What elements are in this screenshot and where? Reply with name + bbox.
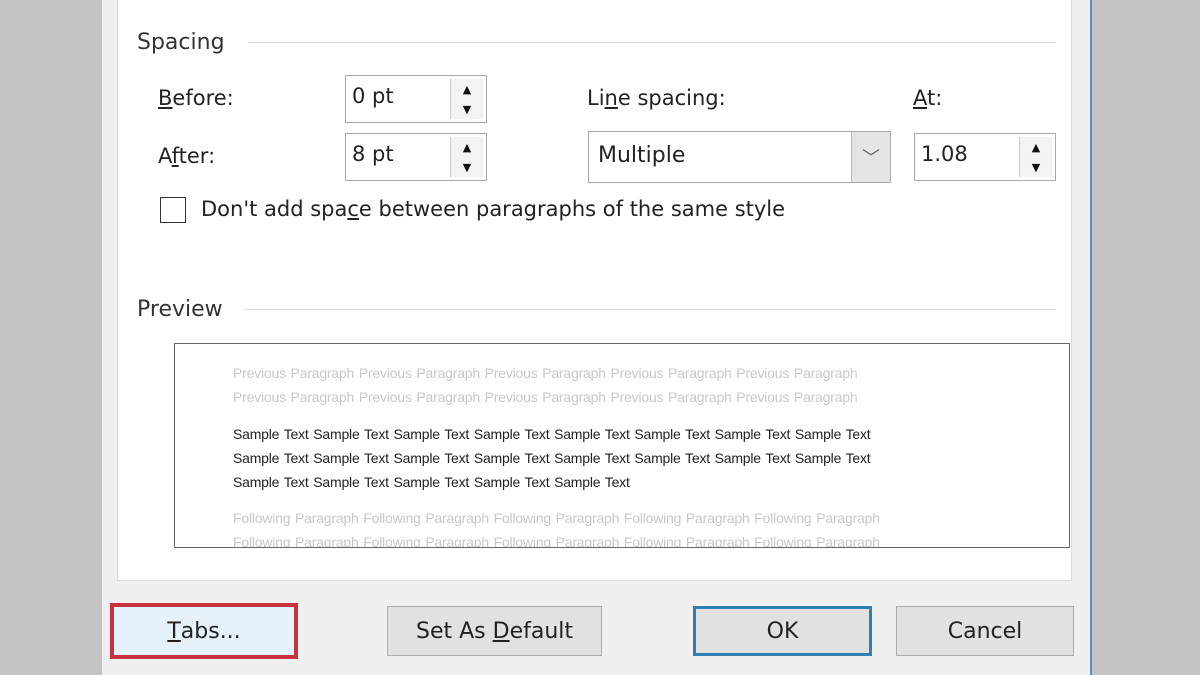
paragraph-dialog: Spacing Before: 0 pt ▲ ▼ After: 8 pt ▲ ▼ L… [102,0,1092,675]
before-spinner[interactable]: 0 pt ▲ ▼ [345,75,487,123]
spin-down-icon[interactable]: ▼ [451,157,483,177]
chevron-down-icon[interactable]: ﹀ [851,132,890,182]
preview-box: Previous Paragraph Previous Paragraph Pr… [174,343,1070,548]
previous-paragraph-line: Previous Paragraph Previous Paragraph Pr… [233,365,858,381]
button-label: abs... [180,618,241,644]
ok-button[interactable]: OK [693,606,872,656]
spacing-group-label: Spacing [137,30,225,55]
line-spacing-select[interactable]: Multiple ﹀ [588,131,891,183]
sample-text-line: Sample Text Sample Text Sample Text Samp… [233,450,871,466]
label-text: Li [587,86,605,110]
spin-up-icon[interactable]: ▲ [451,137,483,158]
label-text: Don't add spa [201,197,348,221]
spin-up-icon[interactable]: ▲ [1020,137,1052,158]
label-text: ter: [178,144,216,168]
accel-key: f [171,144,179,168]
preview-divider [244,309,1056,310]
label-text: efore: [172,86,234,110]
spin-down-icon[interactable]: ▼ [1020,157,1052,177]
label-text: e between paragraphs of the same style [358,197,786,221]
sample-text-line: Sample Text Sample Text Sample Text Samp… [233,474,630,490]
cancel-button[interactable]: Cancel [896,606,1074,656]
label-text: e spacing: [617,86,726,110]
after-spinner[interactable]: 8 pt ▲ ▼ [345,133,487,181]
following-paragraph-line: Following Paragraph Following Paragraph … [233,534,880,548]
at-label: At: [913,86,942,110]
accel-key: A [913,86,927,110]
accel-key: B [158,86,173,110]
line-spacing-label: Line spacing: [587,86,726,110]
after-value[interactable]: 8 pt [352,142,394,166]
tabs-button[interactable]: Tabs... [110,603,298,659]
spacing-divider [248,42,1056,43]
spin-down-icon[interactable]: ▼ [451,99,483,119]
previous-paragraph-line: Previous Paragraph Previous Paragraph Pr… [233,389,858,405]
spinner-buttons[interactable]: ▲ ▼ [450,137,483,177]
spinner-buttons[interactable]: ▲ ▼ [1019,137,1052,177]
at-value[interactable]: 1.08 [921,142,968,166]
accel-key: c [347,197,359,221]
preview-group-label: Preview [137,297,223,322]
accel-key: n [604,86,618,110]
label-text: t: [927,86,943,110]
indents-and-spacing-panel: Spacing Before: 0 pt ▲ ▼ After: 8 pt ▲ ▼ L… [117,0,1072,581]
label-text: A [158,144,172,168]
following-paragraph-line: Following Paragraph Following Paragraph … [233,510,880,526]
button-label: Set As [415,618,493,644]
dont-add-space-checkbox[interactable] [160,197,186,223]
spin-up-icon[interactable]: ▲ [451,79,483,100]
at-spinner[interactable]: 1.08 ▲ ▼ [914,133,1056,181]
before-label: Before: [158,86,234,110]
dont-add-space-label[interactable]: Don't add space between paragraphs of th… [201,197,785,221]
line-spacing-value: Multiple [598,143,686,168]
accel-key: T [167,618,181,644]
sample-text-line: Sample Text Sample Text Sample Text Samp… [233,426,871,442]
spinner-buttons[interactable]: ▲ ▼ [450,79,483,119]
button-label: efault [509,618,574,644]
accel-key: D [492,618,510,644]
set-as-default-button[interactable]: Set As Default [387,606,602,656]
before-value[interactable]: 0 pt [352,84,394,108]
after-label: After: [158,144,215,168]
